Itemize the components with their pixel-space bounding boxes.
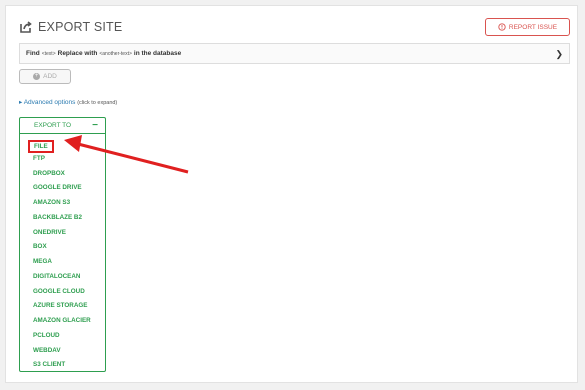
page-header: EXPORT SITE — [19, 20, 122, 34]
alert-circle-icon — [498, 23, 506, 31]
export-option-amazon-s3[interactable]: AMAZON S3 — [33, 199, 70, 206]
export-option-digitalocean[interactable]: DIGITALOCEAN — [33, 273, 80, 280]
add-button[interactable]: + ADD — [19, 69, 71, 84]
export-option-pcloud[interactable]: PCLOUD — [33, 332, 60, 339]
export-option-amazon-glacier[interactable]: AMAZON GLACIER — [33, 317, 91, 324]
export-option-dropbox[interactable]: DROPBOX — [33, 170, 65, 177]
report-issue-label: REPORT ISSUE — [508, 23, 558, 31]
page-title: EXPORT SITE — [38, 20, 123, 34]
export-site-panel: EXPORT SITE REPORT ISSUE Find <text> Rep… — [5, 5, 578, 383]
export-option-ftp[interactable]: FTP — [33, 155, 45, 162]
export-to-header[interactable]: EXPORT TO − — [20, 118, 105, 134]
chevron-right-icon[interactable]: ❯ — [555, 49, 563, 60]
advanced-options-hint: (click to expand) — [77, 100, 118, 106]
advanced-options-label: Advanced options — [23, 99, 76, 106]
add-button-label: ADD — [43, 73, 57, 80]
export-option-backblaze-b2[interactable]: BACKBLAZE B2 — [33, 214, 82, 221]
plus-circle-icon: + — [33, 73, 41, 80]
find-placeholder: <text> — [41, 50, 56, 57]
export-to-heading: EXPORT TO — [34, 122, 72, 129]
expand-triangle-icon: ▸ — [19, 99, 23, 106]
export-option-google-cloud[interactable]: GOOGLE CLOUD — [33, 288, 85, 295]
find-replace-suffix: in the database — [133, 50, 182, 57]
export-option-s3-client[interactable]: S3 CLIENT — [33, 361, 65, 368]
find-replace-row[interactable]: Find <text> Replace with <another-text> … — [19, 43, 570, 64]
export-option-onedrive[interactable]: ONEDRIVE — [33, 229, 66, 236]
export-option-file[interactable]: FILE — [28, 140, 54, 153]
export-to-dropdown: EXPORT TO − FILE FTP DROPBOX GOOGLE DRIV… — [19, 117, 106, 372]
advanced-options-toggle[interactable]: ▸ Advanced options (click to expand) — [19, 98, 117, 106]
export-option-mega[interactable]: MEGA — [33, 258, 52, 265]
replace-label: Replace with — [57, 50, 98, 57]
export-option-google-drive[interactable]: GOOGLE DRIVE — [33, 184, 82, 191]
find-label: Find — [26, 50, 40, 57]
export-icon — [20, 21, 32, 33]
export-option-azure-storage[interactable]: AZURE STORAGE — [33, 302, 87, 309]
replace-placeholder: <another-text> — [99, 50, 132, 57]
export-option-box[interactable]: BOX — [33, 243, 47, 250]
export-option-webdav[interactable]: WEBDAV — [33, 347, 61, 354]
minus-icon[interactable]: − — [92, 120, 98, 131]
report-issue-button[interactable]: REPORT ISSUE — [485, 18, 570, 36]
